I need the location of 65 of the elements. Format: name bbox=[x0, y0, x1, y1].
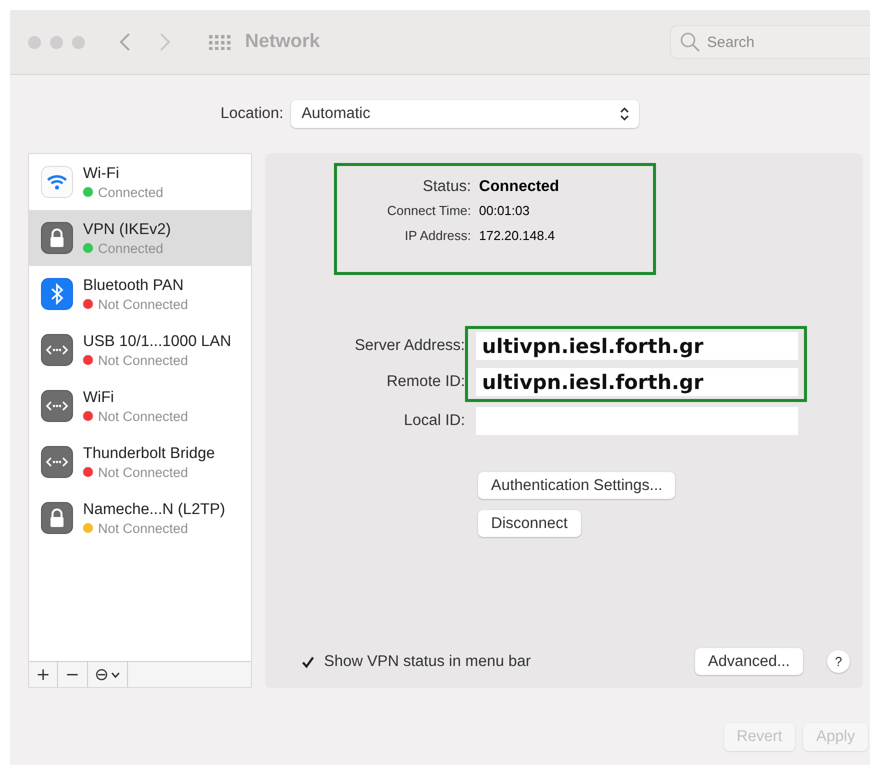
disconnect-button[interactable]: Disconnect bbox=[478, 510, 581, 537]
service-name: Wi-Fi bbox=[83, 164, 120, 182]
service-name: USB 10/1...1000 LAN bbox=[83, 332, 232, 350]
service-item[interactable]: USB 10/1...1000 LAN Not Connected bbox=[29, 322, 251, 378]
ethernet-icon bbox=[41, 390, 73, 422]
service-item[interactable]: Thunderbolt Bridge Not Connected bbox=[29, 434, 251, 490]
location-dropdown[interactable]: Automatic bbox=[291, 100, 640, 128]
window-controls[interactable] bbox=[28, 36, 85, 48]
status-value: 00:01:03 bbox=[479, 203, 531, 218]
field-label: Local ID: bbox=[404, 412, 465, 430]
service-name: Thunderbolt Bridge bbox=[83, 444, 215, 462]
service-status: Not Connected bbox=[98, 464, 188, 480]
remove-button[interactable]: − bbox=[58, 662, 88, 687]
checkbox-label: Show VPN status in menu bar bbox=[324, 653, 531, 671]
forward-button[interactable] bbox=[159, 32, 171, 52]
service-name: WiFi bbox=[83, 388, 115, 406]
back-button[interactable] bbox=[119, 32, 131, 52]
service-status: Connected bbox=[98, 240, 164, 256]
grid-icon bbox=[209, 34, 231, 50]
lock-icon bbox=[41, 222, 73, 254]
chevron-left-icon bbox=[119, 32, 131, 52]
grid-button[interactable] bbox=[209, 34, 231, 50]
service-status: Not Connected bbox=[98, 520, 188, 536]
search-icon bbox=[680, 32, 700, 52]
text-field[interactable] bbox=[476, 407, 798, 435]
chevron-right-icon bbox=[159, 32, 171, 52]
add-button[interactable]: + bbox=[29, 662, 58, 687]
service-item[interactable]: VPN (IKEv2) Connected bbox=[29, 210, 251, 266]
ethernet-icon bbox=[41, 334, 73, 366]
bluetooth-icon bbox=[41, 278, 73, 310]
service-item[interactable]: Nameche...N (L2TP) Not Connected bbox=[29, 490, 251, 546]
status-label: Connect Time: bbox=[386, 203, 471, 218]
service-status: Connected bbox=[98, 184, 164, 200]
updown-chevron-icon bbox=[620, 107, 630, 121]
advanced-button[interactable]: Advanced... bbox=[695, 648, 803, 675]
authentication-settings-button[interactable]: Authentication Settings... bbox=[478, 472, 676, 499]
service-name: Bluetooth PAN bbox=[83, 276, 185, 294]
service-item[interactable]: Wi-Fi Connected bbox=[29, 154, 251, 210]
location-label: Location: bbox=[220, 105, 284, 123]
wifi-icon bbox=[41, 166, 73, 198]
status-label: IP Address: bbox=[404, 228, 471, 243]
service-status: Not Connected bbox=[98, 408, 188, 424]
service-item[interactable]: Bluetooth PAN Not Connected bbox=[29, 266, 251, 322]
status-value: Connected bbox=[479, 178, 560, 196]
search-field[interactable]: Search bbox=[670, 25, 870, 59]
field-label: Remote ID: bbox=[386, 373, 465, 391]
caret-icon bbox=[110, 672, 120, 678]
lock-icon bbox=[41, 502, 73, 534]
service-name: Nameche...N (L2TP) bbox=[83, 500, 226, 518]
location-value: Automatic bbox=[301, 105, 370, 123]
checkmark-icon bbox=[300, 654, 316, 670]
help-button[interactable]: ? bbox=[827, 650, 850, 673]
service-status: Not Connected bbox=[98, 296, 188, 312]
service-item[interactable]: WiFi Not Connected bbox=[29, 378, 251, 434]
field-label: Server Address: bbox=[354, 337, 465, 355]
text-field[interactable]: ultivpn.iesl.forth.gr bbox=[476, 368, 798, 396]
actions-button[interactable]: ⊖ bbox=[88, 662, 128, 687]
status-value: 172.20.148.4 bbox=[479, 228, 556, 243]
checkbox[interactable] bbox=[300, 654, 316, 670]
window-title: Network bbox=[245, 31, 320, 53]
service-status: Not Connected bbox=[98, 352, 188, 368]
text-field[interactable]: ultivpn.iesl.forth.gr bbox=[476, 332, 798, 360]
ethernet-icon bbox=[41, 446, 73, 478]
service-name: VPN (IKEv2) bbox=[83, 220, 171, 238]
status-label: Status: bbox=[422, 178, 471, 196]
